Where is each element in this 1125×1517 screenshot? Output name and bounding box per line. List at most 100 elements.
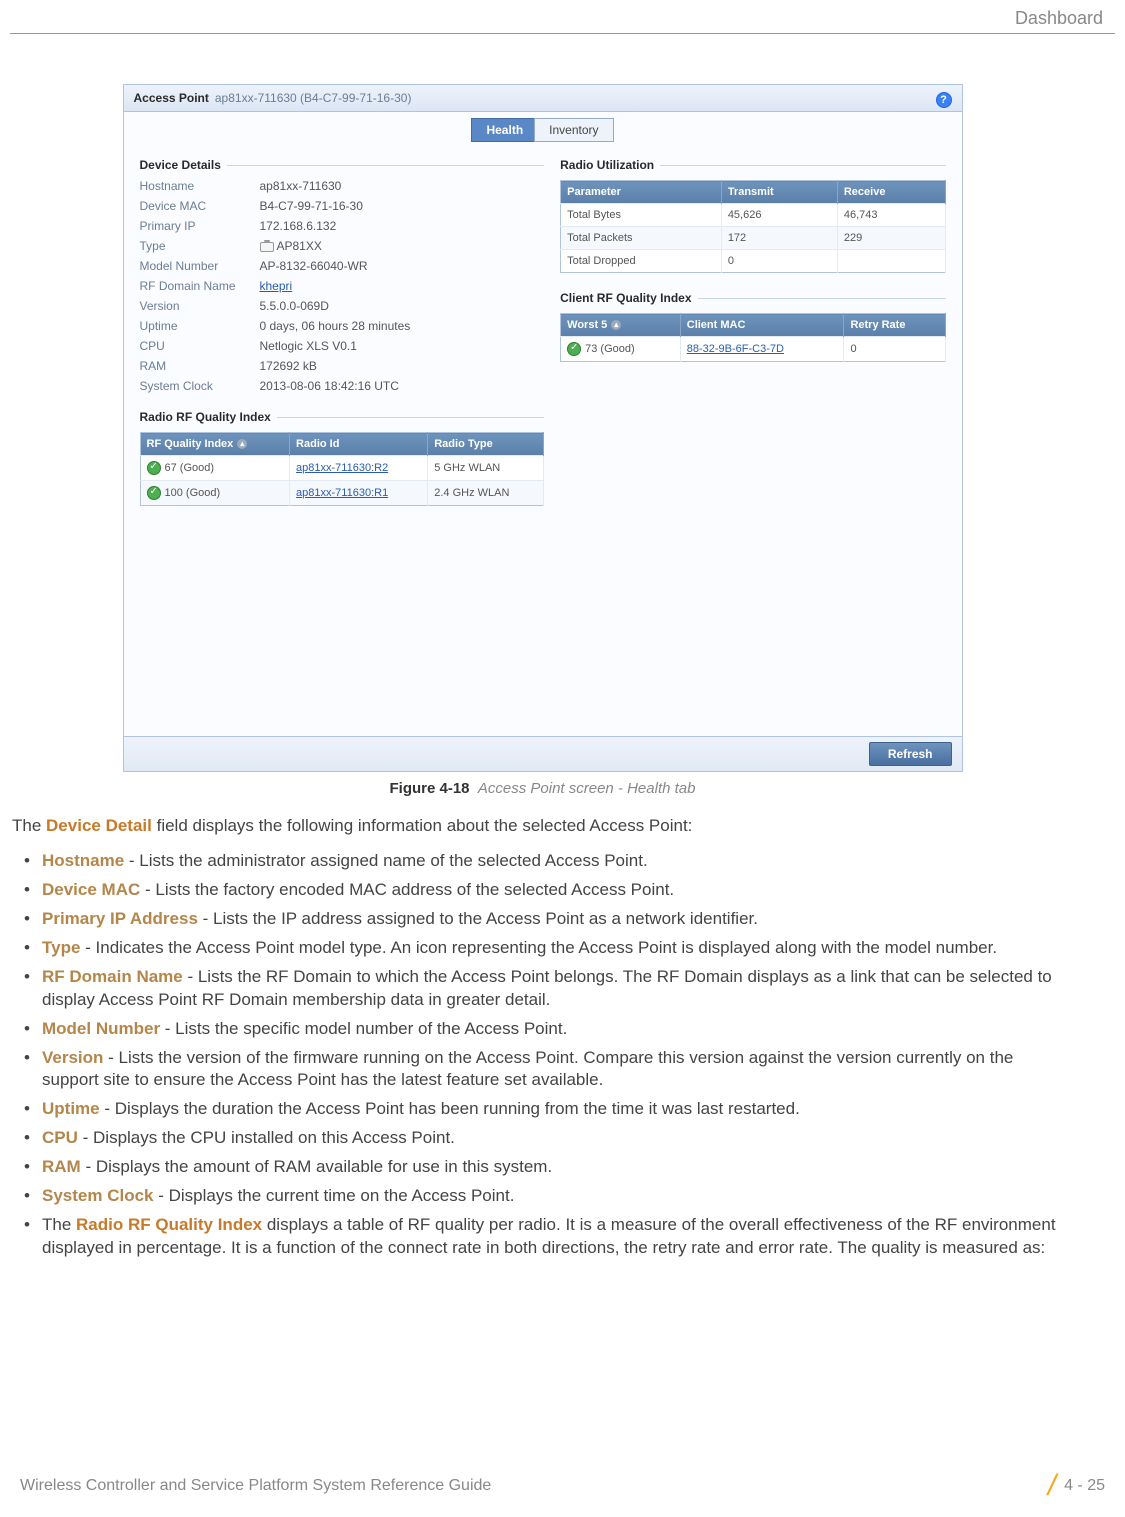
field-desc: - Displays the duration the Access Point… [100,1099,800,1118]
device-detail-row: Device MACB4-C7-99-71-16-30 [140,196,545,216]
detail-key: CPU [140,339,260,353]
col-radio-id[interactable]: Radio Id [290,433,428,456]
cell-radio-type: 2.4 GHz WLAN [428,481,544,506]
page-number: 4 - 25 [1064,1477,1105,1495]
field-item: RF Domain Name - Lists the RF Domain to … [42,966,1073,1012]
col-rf-quality[interactable]: RF Quality Index▴ [140,433,290,456]
device-detail-row: System Clock2013-08-06 18:42:16 UTC [140,376,545,396]
client-rf-quality-section: Client RF Quality Index Worst 5▴ Client … [560,291,945,362]
detail-value: 5.5.0.0-069D [260,299,329,313]
cell-mac[interactable]: 88-32-9B-6F-C3-7D [680,337,844,362]
tab-row: HealthInventory [124,112,962,144]
field-term: Type [42,938,80,957]
radio-rf-quality-section: Radio RF Quality Index RF Quality Index▴… [140,410,545,506]
page-header-crumb: Dashboard [10,0,1115,34]
cell-worst: 73 (Good) [561,337,681,362]
detail-key: Device MAC [140,199,260,213]
radio-rf-quality-legend: Radio RF Quality Index [140,410,277,424]
panel-footer: Refresh [124,736,962,771]
radio-rf-quality-table: RF Quality Index▴ Radio Id Radio Type 67… [140,432,545,506]
radio-utilization-table: Parameter Transmit Receive Total Bytes45… [560,180,945,273]
detail-key: Hostname [140,179,260,193]
panel-titlebar: Access Point ap81xx-711630 (B4-C7-99-71-… [124,85,962,112]
field-item: Type - Indicates the Access Point model … [42,937,1073,960]
detail-key: Primary IP [140,219,260,233]
detail-value: 172.168.6.132 [260,219,337,233]
cell-quality: 67 (Good) [140,456,290,481]
tab-inventory[interactable]: Inventory [534,118,613,142]
detail-value: B4-C7-99-71-16-30 [260,199,363,213]
field-desc: - Displays the CPU installed on this Acc… [78,1128,455,1147]
field-term: Version [42,1048,103,1067]
sort-icon[interactable]: ▴ [237,439,247,449]
col-parameter[interactable]: Parameter [561,181,722,204]
field-item: System Clock - Displays the current time… [42,1185,1073,1208]
field-item: Hostname - Lists the administrator assig… [42,850,1073,873]
col-client-mac[interactable]: Client MAC [680,314,844,337]
cell-transmit: 172 [721,227,837,250]
client-rf-quality-table: Worst 5▴ Client MAC Retry Rate 73 (Good)… [560,313,945,362]
table-row: 100 (Good)ap81xx-711630:R12.4 GHz WLAN [140,481,544,506]
cell-transmit: 0 [721,250,837,273]
cell-radio-id[interactable]: ap81xx-711630:R2 [290,456,428,481]
device-detail-row: Uptime0 days, 06 hours 28 minutes [140,316,545,336]
refresh-button[interactable]: Refresh [869,742,952,766]
field-term: Model Number [42,1019,160,1038]
field-item: Device MAC - Lists the factory encoded M… [42,879,1073,902]
field-item: RAM - Displays the amount of RAM availab… [42,1156,1073,1179]
col-radio-type[interactable]: Radio Type [428,433,544,456]
col-retry-rate[interactable]: Retry Rate [844,314,945,337]
page-footer: Wireless Controller and Service Platform… [20,1469,1105,1503]
col-worst5[interactable]: Worst 5▴ [561,314,681,337]
detail-value: ap81xx-711630 [260,179,342,193]
table-row: 67 (Good)ap81xx-711630:R25 GHz WLAN [140,456,544,481]
cell-param: Total Dropped [561,250,722,273]
detail-value: AP-8132-66040-WR [260,259,368,273]
device-detail-row: Version5.5.0.0-069D [140,296,545,316]
field-item: Model Number - Lists the specific model … [42,1018,1073,1041]
detail-value: 2013-08-06 18:42:16 UTC [260,379,399,393]
cell-radio-id[interactable]: ap81xx-711630:R1 [290,481,428,506]
detail-key: RF Domain Name [140,279,260,293]
panel-subtitle: ap81xx-711630 (B4-C7-99-71-16-30) [215,91,412,105]
col-transmit[interactable]: Transmit [721,181,837,204]
ap-device-icon [260,242,274,252]
detail-key: Version [140,299,260,313]
cell-param: Total Packets [561,227,722,250]
device-detail-row: Model NumberAP-8132-66040-WR [140,256,545,276]
tab-health[interactable]: Health [471,118,538,142]
detail-value: Netlogic XLS V0.1 [260,339,357,353]
sort-icon[interactable]: ▴ [611,320,621,330]
detail-value: AP81XX [260,239,322,253]
detail-value[interactable]: khepri [260,279,293,293]
term-device-detail: Device Detail [46,816,152,835]
table-row: 73 (Good)88-32-9B-6F-C3-7D0 [561,337,945,362]
field-term: System Clock [42,1186,154,1205]
panel-title: Access Point [134,91,209,105]
table-row: Total Packets172229 [561,227,945,250]
device-detail-row: Hostnameap81xx-711630 [140,176,545,196]
cell-receive: 229 [837,227,945,250]
detail-key: Type [140,239,260,253]
good-icon [567,342,581,356]
field-desc: - Lists the RF Domain to which the Acces… [42,967,1052,1009]
good-icon [147,461,161,475]
field-desc: - Displays the amount of RAM available f… [81,1157,552,1176]
term-radio-rf-quality: Radio RF Quality Index [76,1215,262,1234]
help-icon[interactable]: ? [936,92,952,108]
cell-receive: 46,743 [837,204,945,227]
device-detail-row: CPUNetlogic XLS V0.1 [140,336,545,356]
field-desc: - Displays the current time on the Acces… [154,1186,515,1205]
field-desc: - Lists the version of the firmware runn… [42,1048,1013,1090]
device-details-section: Device Details Hostnameap81xx-711630Devi… [140,158,545,396]
detail-value: 0 days, 06 hours 28 minutes [260,319,411,333]
field-term: Hostname [42,851,124,870]
field-desc: - Lists the administrator assigned name … [124,851,648,870]
field-item: Version - Lists the version of the firmw… [42,1047,1073,1093]
radio-utilization-section: Radio Utilization Parameter Transmit Rec… [560,158,945,273]
cell-receive [837,250,945,273]
col-receive[interactable]: Receive [837,181,945,204]
figure-caption: Figure 4-18 Access Point screen - Health… [10,780,1075,797]
field-item: CPU - Displays the CPU installed on this… [42,1127,1073,1150]
cell-radio-type: 5 GHz WLAN [428,456,544,481]
